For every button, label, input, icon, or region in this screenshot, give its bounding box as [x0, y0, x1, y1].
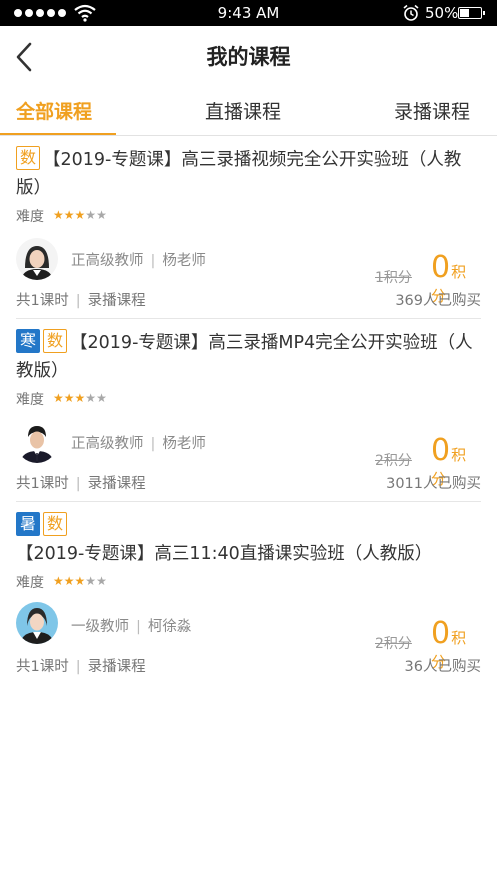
- lesson-count: 共1课时: [16, 293, 69, 309]
- star-icon: ★: [63, 208, 75, 222]
- status-bar: 9:43 AM 50%: [0, 0, 497, 26]
- teacher-name: 柯徐淼: [147, 619, 192, 635]
- tab-bar: 全部课程 直播课程 录播课程: [0, 86, 497, 136]
- teacher-avatar: [16, 602, 58, 644]
- alarm-icon: [403, 4, 419, 21]
- star-icon: ★: [74, 208, 86, 222]
- difficulty-stars: ★★★★★: [53, 208, 107, 222]
- original-price: 1积分: [375, 270, 412, 286]
- star-icon: ★: [96, 391, 107, 405]
- status-time: 9:43 AM: [217, 4, 280, 22]
- season-tag: 寒: [16, 329, 41, 353]
- star-icon: ★: [74, 574, 86, 588]
- buyer-count: 3011人已购买: [386, 476, 481, 492]
- course-card[interactable]: 暑数【2019-专题课】高三11:40直播课实验班（人教版） 难度 ★★★★★ …: [16, 512, 481, 682]
- course-meta: 共1课时 | 录播课程: [16, 293, 146, 309]
- original-price: 2积分: [375, 636, 412, 652]
- difficulty-stars: ★★★★★: [53, 391, 107, 405]
- difficulty-label: 难度: [16, 392, 44, 408]
- tab-live-courses[interactable]: 直播课程: [205, 97, 281, 124]
- price-number: 0: [431, 250, 451, 285]
- star-icon: ★: [85, 574, 97, 588]
- star-icon: ★: [74, 391, 86, 405]
- star-icon: ★: [85, 391, 97, 405]
- course-card[interactable]: 数【2019-专题课】高三录播视频完全公开实验班（人教版） 难度 ★★★★★ 正…: [16, 146, 481, 316]
- page-title: 我的课程: [206, 45, 291, 69]
- teacher-name: 杨老师: [162, 436, 206, 452]
- season-tag: 暑: [16, 512, 41, 536]
- course-title: 【2019-专题课】高三录播视频完全公开实验班（人教版）: [16, 150, 462, 198]
- divider: [16, 318, 481, 319]
- course-meta: 共1课时 | 录播课程: [16, 476, 146, 492]
- buyer-count: 369人已购买: [395, 293, 481, 309]
- course-title: 【2019-专题课】高三11:40直播课实验班（人教版）: [16, 544, 433, 564]
- subject-tag: 数: [16, 146, 41, 170]
- course-title-block[interactable]: 寒数【2019-专题课】高三录播MP4完全公开实验班（人教版）: [16, 329, 481, 385]
- course-title: 【2019-专题课】高三录播MP4完全公开实验班（人教版）: [16, 333, 473, 381]
- tab-all-courses[interactable]: 全部课程: [16, 97, 92, 124]
- teacher-level: 正高级教师: [71, 436, 144, 452]
- tab-active-indicator: [0, 133, 116, 135]
- star-icon: ★: [96, 208, 107, 222]
- star-icon: ★: [63, 574, 75, 588]
- course-title-block[interactable]: 数【2019-专题课】高三录播视频完全公开实验班（人教版）: [16, 146, 481, 202]
- teacher-info: 正高级教师 | 杨老师: [71, 253, 206, 269]
- course-type: 录播课程: [87, 659, 146, 675]
- buyer-count: 36人已购买: [404, 659, 481, 675]
- course-title-block[interactable]: 暑数【2019-专题课】高三11:40直播课实验班（人教版）: [16, 512, 481, 568]
- star-icon: ★: [85, 208, 97, 222]
- teacher-level: 一级教师: [71, 619, 129, 635]
- nav-bar: 我的课程: [0, 26, 497, 86]
- teacher-avatar: [16, 238, 58, 280]
- difficulty-stars: ★★★★★: [53, 574, 107, 588]
- star-icon: ★: [53, 391, 64, 405]
- battery-percent: 50%: [425, 4, 459, 22]
- subject-tag: 数: [43, 329, 68, 353]
- star-icon: ★: [53, 574, 64, 588]
- lesson-count: 共1课时: [16, 659, 69, 675]
- course-type: 录播课程: [87, 476, 146, 492]
- teacher-avatar: [16, 421, 58, 463]
- original-price: 2积分: [375, 453, 412, 469]
- battery-icon: [458, 7, 485, 19]
- price-number: 0: [431, 433, 451, 468]
- teacher-level: 正高级教师: [71, 253, 144, 269]
- star-icon: ★: [96, 574, 107, 588]
- difficulty-label: 难度: [16, 209, 44, 225]
- teacher-name: 杨老师: [162, 253, 206, 269]
- course-meta: 共1课时 | 录播课程: [16, 659, 146, 675]
- course-card[interactable]: 寒数【2019-专题课】高三录播MP4完全公开实验班（人教版） 难度 ★★★★★…: [16, 329, 481, 499]
- course-type: 录播课程: [87, 293, 146, 309]
- star-icon: ★: [53, 208, 64, 222]
- lesson-count: 共1课时: [16, 476, 69, 492]
- divider: [16, 501, 481, 502]
- tab-recorded-courses[interactable]: 录播课程: [394, 97, 470, 124]
- teacher-info: 正高级教师 | 杨老师: [71, 436, 206, 452]
- subject-tag: 数: [43, 512, 68, 536]
- star-icon: ★: [63, 391, 75, 405]
- difficulty-label: 难度: [16, 575, 44, 591]
- teacher-info: 一级教师 | 柯徐淼: [71, 619, 192, 635]
- price-number: 0: [431, 616, 451, 651]
